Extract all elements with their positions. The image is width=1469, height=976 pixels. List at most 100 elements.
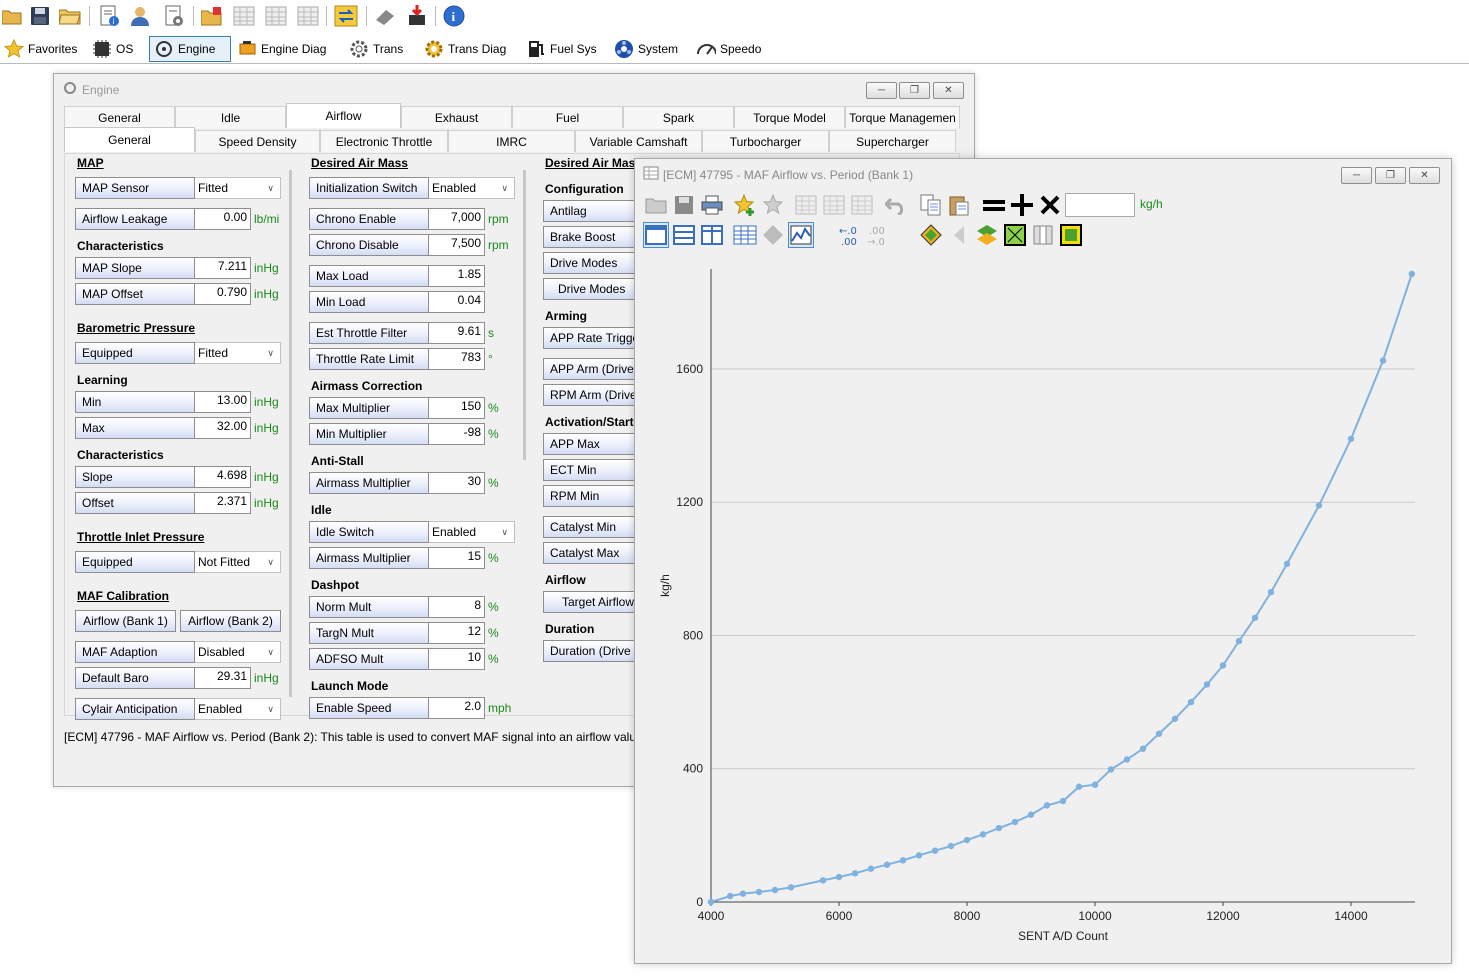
tab-fuel[interactable]: Fuel [512, 106, 623, 128]
param-offset[interactable]: Offset 2.371 inHg [75, 492, 279, 514]
decimal-decrease-icon[interactable]: .00 →.0 [867, 222, 893, 248]
left-arrow-icon[interactable] [946, 222, 972, 248]
subtab-speed-density[interactable]: Speed Density [195, 130, 320, 152]
tab-torque-model[interactable]: Torque Model [734, 106, 845, 128]
graph-restore-button[interactable]: ❐ [1375, 167, 1406, 184]
param-learning-min[interactable]: Min 13.00 inHg [75, 391, 279, 413]
info-icon[interactable]: i [442, 4, 466, 28]
param-airflow-leakage[interactable]: Airflow Leakage 0.00 lb/mi [75, 208, 279, 230]
restore-button[interactable]: ❐ [899, 82, 930, 99]
tab-exhaust[interactable]: Exhaust [401, 106, 512, 128]
table2-icon[interactable] [821, 192, 847, 218]
param-maf-adaption[interactable]: MAF Adaption Disabled ∨ [75, 641, 281, 663]
subtab-general[interactable]: General [64, 127, 195, 152]
select-icon[interactable] [1002, 222, 1028, 248]
chip-write-icon[interactable] [405, 4, 429, 28]
table3-icon[interactable] [849, 192, 875, 218]
eraser-icon[interactable] [373, 4, 397, 28]
tab-spark[interactable]: Spark [623, 106, 734, 128]
tab-idle[interactable]: Idle [175, 106, 286, 128]
menu-favorites[interactable]: Favorites [0, 36, 81, 62]
subtab-turbocharger[interactable]: Turbocharger [702, 130, 829, 152]
menu-os[interactable]: OS [88, 36, 137, 62]
view-split-h-icon[interactable] [671, 222, 697, 248]
param-est-throttle-filter[interactable]: Est Throttle Filter 9.61 s [309, 322, 494, 344]
param-enable-speed[interactable]: Enable Speed 2.0 mph [309, 697, 511, 719]
multiply-icon[interactable] [1037, 192, 1063, 218]
param-initialization-switch[interactable]: Initialization Switch Enabled ∨ [309, 177, 515, 199]
highlight-icon[interactable] [1058, 222, 1084, 248]
table-icon[interactable] [232, 4, 256, 28]
menu-fuel-sys[interactable]: Fuel Sys [522, 36, 601, 62]
param-targn-mult[interactable]: TargN Mult 12 % [309, 622, 499, 644]
graph-close-button[interactable]: ✕ [1409, 167, 1440, 184]
column-icon[interactable] [1030, 222, 1056, 248]
param-tip-equipped[interactable]: Equipped Not Fitted ∨ [75, 551, 281, 573]
copy-icon[interactable] [918, 192, 944, 218]
param-baro-equipped[interactable]: Equipped Fitted ∨ [75, 342, 281, 364]
param-idle-airmass-multiplier[interactable]: Airmass Multiplier 15 % [309, 547, 499, 569]
param-antistall-multiplier[interactable]: Airmass Multiplier 30 % [309, 472, 499, 494]
file-info-icon[interactable]: i [97, 4, 121, 28]
param-cylair-anticipation[interactable]: Cylair Anticipation Enabled ∨ [75, 698, 281, 720]
user-key-icon[interactable] [128, 4, 152, 28]
subtab-imrc[interactable]: IMRC [448, 130, 575, 152]
tab-torque-management[interactable]: Torque Managemen [845, 106, 960, 128]
menu-engine-diag[interactable]: Engine Diag [233, 36, 330, 62]
tab-airflow[interactable]: Airflow [286, 103, 401, 128]
param-max-multiplier[interactable]: Max Multiplier 150 % [309, 397, 499, 419]
graph-minimize-button[interactable]: ─ [1341, 167, 1372, 184]
tab-general[interactable]: General [64, 106, 175, 128]
folder-open-icon[interactable] [643, 192, 669, 218]
column1-scrollbar[interactable] [289, 170, 292, 697]
param-map-sensor[interactable]: MAP Sensor Fitted ∨ [75, 177, 281, 199]
param-chrono-disable[interactable]: Chrono Disable 7,500 rpm [309, 234, 509, 256]
menu-system[interactable]: System [610, 36, 682, 62]
close-button[interactable]: ✕ [933, 82, 964, 99]
add-favorite-icon[interactable] [732, 192, 758, 218]
undo-icon[interactable] [883, 192, 909, 218]
param-learning-max[interactable]: Max 32.00 inHg [75, 417, 279, 439]
paste-icon[interactable] [946, 192, 972, 218]
table2-icon[interactable] [264, 4, 288, 28]
subtab-variable-camshaft[interactable]: Variable Camshaft [575, 130, 702, 152]
param-adfso-mult[interactable]: ADFSO Mult 10 % [309, 648, 499, 670]
grid-view-icon[interactable] [732, 222, 758, 248]
table3-icon[interactable] [296, 4, 320, 28]
graph-view-icon[interactable] [788, 222, 814, 248]
airflow-bank1-button[interactable]: Airflow (Bank 1) [75, 610, 176, 632]
column2-scrollbar[interactable] [523, 170, 526, 460]
airflow-bank2-button[interactable]: Airflow (Bank 2) [180, 610, 281, 632]
equals-icon[interactable] [981, 192, 1007, 218]
param-min-load[interactable]: Min Load 0.04 [309, 291, 485, 313]
minimize-button[interactable]: ─ [866, 82, 897, 99]
save-icon[interactable] [671, 192, 697, 218]
menu-speedo[interactable]: Speedo [692, 36, 765, 62]
param-min-multiplier[interactable]: Min Multiplier -98 % [309, 423, 499, 445]
param-throttle-rate-limit[interactable]: Throttle Rate Limit 783 ° [309, 348, 493, 370]
plus-icon[interactable] [1009, 192, 1035, 218]
file-settings-icon[interactable] [162, 4, 186, 28]
menu-trans[interactable]: Trans [345, 36, 407, 62]
param-idle-switch[interactable]: Idle Switch Enabled ∨ [309, 521, 515, 543]
menu-trans-diag[interactable]: Trans Diag [420, 36, 510, 62]
subtab-electronic-throttle[interactable]: Electronic Throttle [320, 130, 448, 152]
param-map-offset[interactable]: MAP Offset 0.790 inHg [75, 283, 279, 305]
open-folder-icon[interactable] [0, 4, 24, 28]
subtab-supercharger[interactable]: Supercharger [829, 130, 956, 152]
decimal-increase-icon[interactable]: ←.0.00 [839, 222, 865, 248]
save-icon[interactable] [28, 4, 52, 28]
folder-edit-icon[interactable] [200, 4, 224, 28]
operation-value-input[interactable] [1065, 193, 1135, 217]
param-max-load[interactable]: Max Load 1.85 [309, 265, 485, 287]
view-split-v-icon[interactable] [699, 222, 725, 248]
param-map-slope[interactable]: MAP Slope 7.211 inHg [75, 257, 279, 279]
param-default-baro[interactable]: Default Baro 29.31 inHg [75, 667, 279, 689]
param-norm-mult[interactable]: Norm Mult 8 % [309, 596, 499, 618]
table-icon[interactable] [793, 192, 819, 218]
print-icon[interactable] [699, 192, 725, 218]
color-icon[interactable] [918, 222, 944, 248]
open-file-icon[interactable] [58, 4, 82, 28]
view-single-icon[interactable] [643, 222, 669, 248]
diamond-icon[interactable] [760, 222, 786, 248]
